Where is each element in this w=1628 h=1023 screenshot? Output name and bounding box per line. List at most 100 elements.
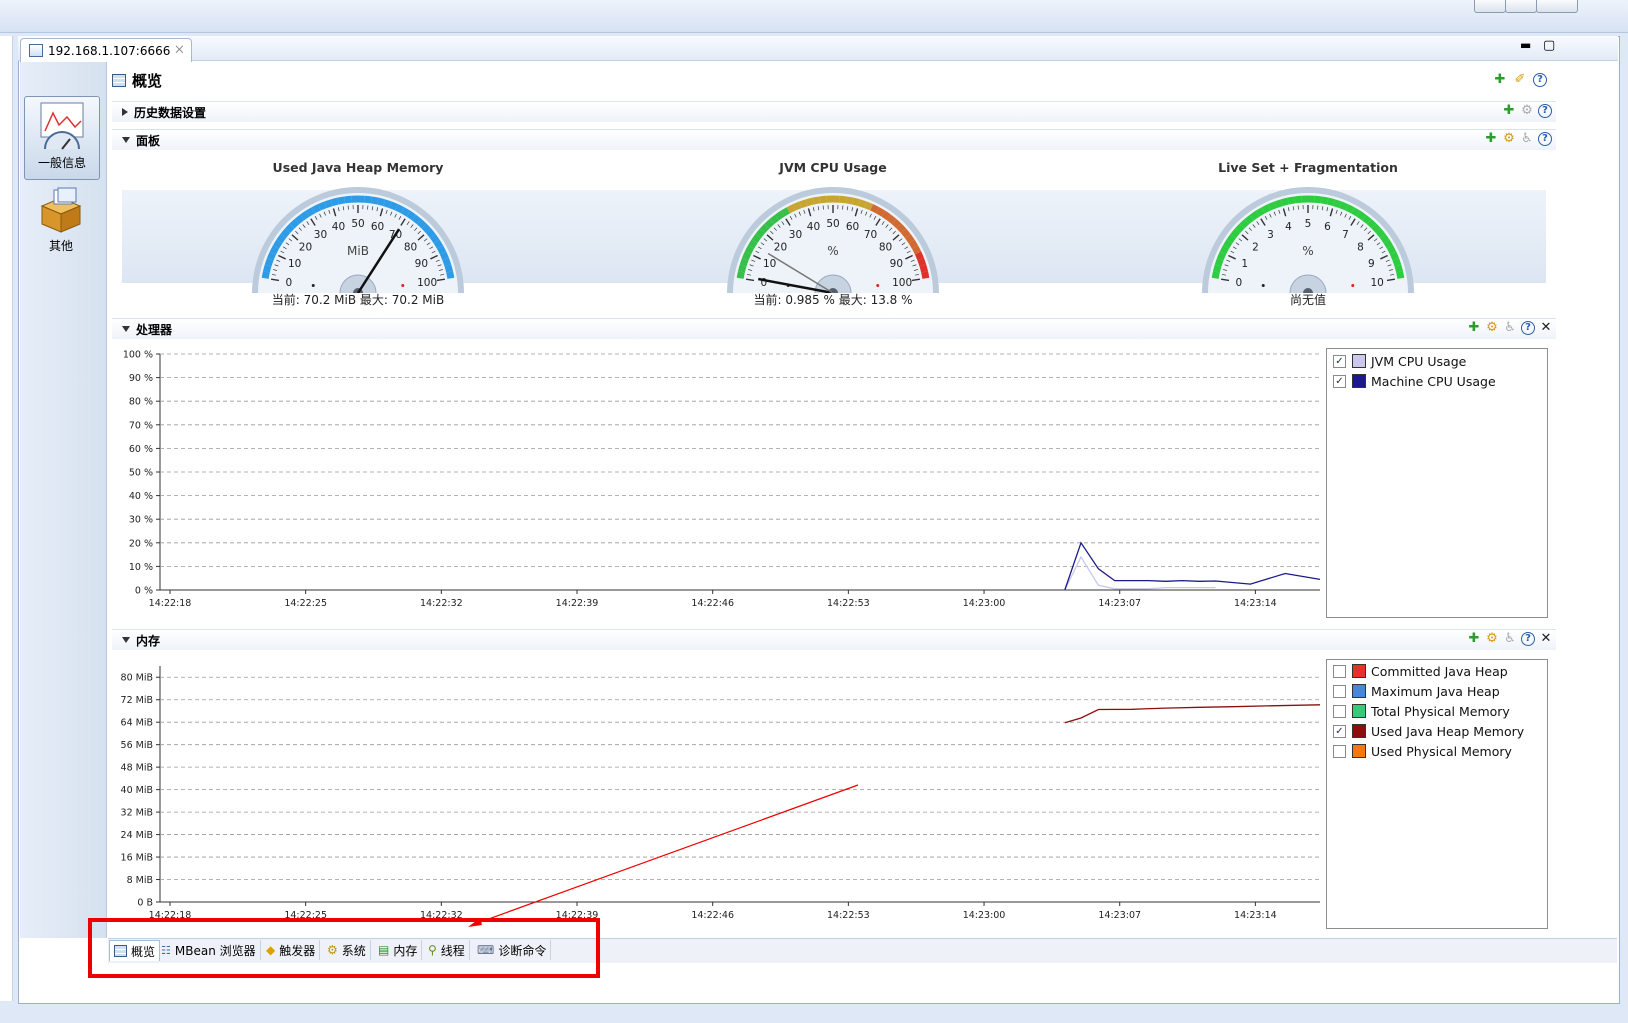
gauge-arc-segment: [1356, 210, 1366, 221]
checkbox-icon[interactable]: [1333, 744, 1346, 758]
gauge-arc-segment: [911, 245, 922, 255]
gauge-max-marker: [876, 284, 880, 288]
refresh-icon[interactable]: ✐: [1513, 73, 1527, 87]
section-header-dashboard[interactable]: 面板: [112, 129, 1556, 150]
settings-icon[interactable]: ⚙: [1502, 132, 1516, 146]
gauge-arc-segment: [267, 251, 277, 261]
gauge-arc-segment: [370, 196, 379, 205]
gauge-arc-segment: [261, 270, 270, 279]
checkbox-icon[interactable]: ✓: [1333, 354, 1346, 368]
gauge-arc-segment: [276, 233, 287, 244]
add-icon[interactable]: ✚: [1502, 104, 1516, 118]
gauge-tick-label: 3: [1267, 229, 1274, 241]
color-swatch: [1352, 684, 1366, 698]
help-icon[interactable]: ?: [1521, 321, 1535, 335]
close-tab-icon[interactable]: ⨉: [175, 45, 183, 56]
gauge-tick-label: 60: [371, 221, 384, 233]
y-tick-label: 8 MiB: [127, 875, 153, 886]
gauge-arc-segment: [1214, 257, 1224, 267]
y-tick-label: 0 B: [137, 898, 153, 909]
nav-item-general[interactable]: 一般信息: [24, 96, 100, 180]
legend-item[interactable]: ✓ Used Java Heap Memory: [1327, 721, 1547, 741]
checkbox-icon[interactable]: [1333, 664, 1346, 678]
minimize-editor-button[interactable]: ▬: [1520, 38, 1531, 52]
minimize-window-button[interactable]: [1474, 0, 1506, 13]
gauge-arc-segment: [805, 197, 814, 207]
help-icon[interactable]: ?: [1521, 632, 1535, 646]
help-icon[interactable]: ?: [1533, 73, 1547, 87]
gauge-arc-segment: [444, 264, 453, 273]
window-title-bar: [0, 0, 1628, 33]
legend-item[interactable]: ✓ JVM CPU Usage: [1327, 351, 1547, 371]
settings-icon[interactable]: ⚙: [1485, 321, 1499, 335]
legend-item[interactable]: ✓ Machine CPU Usage: [1327, 371, 1547, 391]
settings-icon: ⚙: [1521, 103, 1533, 118]
checkbox-icon[interactable]: [1333, 704, 1346, 718]
checkbox-icon[interactable]: ✓: [1333, 724, 1346, 738]
editor-tab[interactable]: 192.168.1.107:6666 ⨉: [20, 38, 193, 62]
legend-label: Committed Java Heap: [1371, 663, 1508, 679]
help-icon[interactable]: ?: [1538, 104, 1552, 118]
help-icon[interactable]: ?: [1538, 132, 1552, 146]
gauge-arc-segment: [1211, 270, 1220, 279]
add-icon[interactable]: ✚: [1484, 132, 1498, 146]
gauge-arc-segment: [739, 257, 749, 267]
y-tick-label: 80 MiB: [121, 673, 153, 684]
y-tick-label: 56 MiB: [121, 740, 153, 751]
y-tick-label: 40 %: [129, 491, 153, 502]
checkbox-icon[interactable]: ✓: [1333, 374, 1346, 388]
legend-item[interactable]: Maximum Java Heap: [1327, 681, 1547, 701]
gauge-arc-segment: [751, 233, 762, 244]
overview-icon: [112, 74, 126, 87]
gauge-arc-segment: [300, 210, 310, 221]
section-header-processor[interactable]: 处理器: [112, 318, 1556, 339]
close-icon[interactable]: ✕: [1539, 632, 1553, 646]
gauge-arc-segment: [738, 264, 747, 273]
gauge-tick-label: 9: [1368, 258, 1375, 270]
gauge-min-marker: [1261, 284, 1265, 288]
dashboard-toolbar: ✚ ⚙ ♿ ?: [1484, 132, 1552, 146]
gauge-arc-segment: [1394, 264, 1403, 273]
gauge-arc-segment: [1294, 195, 1302, 204]
x-tick-label: 14:22:18: [149, 598, 192, 609]
color-swatch: [1352, 704, 1366, 718]
add-icon[interactable]: ✚: [1467, 632, 1481, 646]
gauge-arc-segment: [263, 264, 272, 273]
legend-item[interactable]: Committed Java Heap: [1327, 661, 1547, 681]
gauge-arc-segment: [1379, 233, 1390, 244]
gauge-arc-segment: [1339, 201, 1349, 211]
gauge-tick-label: 8: [1357, 242, 1364, 254]
nav-item-other[interactable]: 其他: [24, 186, 98, 258]
gauge-tick-label: 6: [1324, 221, 1331, 233]
gauge-title: Used Java Heap Memory: [272, 160, 444, 175]
maximize-editor-button[interactable]: ▢: [1543, 38, 1555, 53]
gauge-arc-segment: [411, 214, 422, 225]
legend-item[interactable]: Total Physical Memory: [1327, 701, 1547, 721]
gauge-tick-label: 0: [286, 277, 293, 289]
y-tick-label: 60 %: [129, 444, 153, 455]
gauge-arc-segment: [870, 204, 880, 214]
checkbox-icon[interactable]: [1333, 684, 1346, 698]
y-tick-label: 72 MiB: [121, 695, 153, 706]
add-icon[interactable]: ✚: [1493, 73, 1507, 87]
settings-icon[interactable]: ⚙: [1485, 632, 1499, 646]
gauge-tick-label: 40: [332, 221, 345, 233]
section-header-history[interactable]: 历史数据设置: [112, 101, 1556, 122]
gauge-arc-segment: [775, 210, 785, 221]
color-swatch: [1352, 744, 1366, 758]
processor-chart: 0 % 10 % 20 % 30 % 40 % 50 % 60 % 70 % 80 % 90 % 1…: [123, 350, 1321, 609]
gauge-arc-segment: [433, 239, 444, 249]
add-icon[interactable]: ✚: [1467, 321, 1481, 335]
gauge-tick-label: 5: [1305, 218, 1312, 230]
color-swatch: [1352, 354, 1366, 368]
gauge-tick-label: 90: [415, 258, 428, 270]
close-icon[interactable]: ✕: [1539, 321, 1553, 335]
y-tick-label: 40 MiB: [121, 785, 153, 796]
restore-window-button[interactable]: [1505, 0, 1537, 13]
legend-item[interactable]: Used Physical Memory: [1327, 741, 1547, 761]
gauge-arc-segment: [400, 207, 411, 217]
close-window-button[interactable]: [1536, 0, 1578, 13]
section-header-memory[interactable]: 内存: [112, 629, 1556, 650]
gauge-arc-segment: [1287, 196, 1296, 205]
x-tick-label: 14:22:46: [691, 598, 734, 609]
